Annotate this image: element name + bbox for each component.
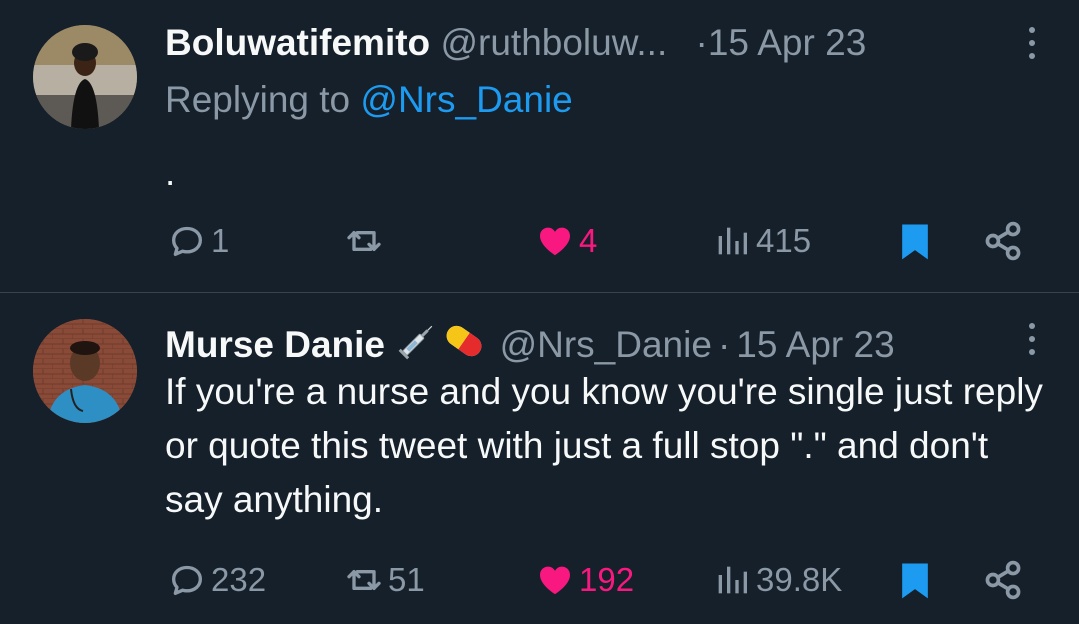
display-name[interactable]: Boluwatifemito xyxy=(165,22,430,63)
views-count: 415 xyxy=(756,222,812,259)
retweet-count: 51 xyxy=(388,561,425,598)
replying-to-label: Replying to xyxy=(165,79,351,120)
share-icon xyxy=(985,560,1021,600)
retweet-button[interactable] xyxy=(344,217,388,265)
tweet-text: If you're a nurse and you know you're si… xyxy=(165,371,1043,520)
like-count: 192 xyxy=(579,561,635,598)
reply-icon xyxy=(172,226,202,256)
tweet-header: Boluwatifemito @ruthboluw... ·15 Apr 23 xyxy=(165,21,866,65)
bookmark-icon xyxy=(902,224,928,260)
share-button[interactable] xyxy=(981,556,1025,604)
avatar-photo xyxy=(33,25,137,129)
views-button[interactable]: 415 xyxy=(712,217,811,265)
replying-to: Replying to @Nrs_Danie xyxy=(165,78,573,122)
user-handle[interactable]: @ruthboluw... xyxy=(440,22,667,63)
like-button[interactable]: 4 xyxy=(535,217,597,265)
bookmark-button[interactable] xyxy=(893,556,937,604)
more-options-icon[interactable] xyxy=(1027,27,1037,67)
tweet-date[interactable]: 15 Apr 23 xyxy=(736,324,894,365)
views-button[interactable]: 39.8K xyxy=(712,556,842,604)
tweet-reply[interactable]: Boluwatifemito @ruthboluw... ·15 Apr 23 … xyxy=(0,0,1079,292)
reply-button[interactable]: 232 xyxy=(167,556,266,604)
avatar[interactable] xyxy=(33,25,137,129)
separator-dot: · xyxy=(695,22,708,63)
retweet-icon xyxy=(347,570,381,590)
share-button[interactable] xyxy=(981,217,1025,265)
tweet-actions: 232 51 192 39.8K xyxy=(0,556,1079,604)
views-icon xyxy=(718,227,747,255)
reply-icon xyxy=(172,565,202,595)
tweet-text: . xyxy=(165,152,176,193)
tweet-actions: 1 4 415 xyxy=(0,217,1079,265)
user-handle[interactable]: @Nrs_Danie xyxy=(500,324,712,365)
reply-button[interactable]: 1 xyxy=(167,217,229,265)
more-options-icon[interactable] xyxy=(1027,323,1037,363)
display-name[interactable]: Murse Danie xyxy=(165,324,385,365)
share-icon xyxy=(985,221,1021,261)
bookmark-icon xyxy=(902,563,928,599)
separator-dot: · xyxy=(717,324,731,365)
tweet-date[interactable]: 15 Apr 23 xyxy=(708,22,866,63)
views-icon xyxy=(718,566,747,594)
avatar[interactable] xyxy=(33,319,137,423)
heart-icon xyxy=(540,227,570,256)
reply-count: 1 xyxy=(211,222,230,259)
heart-icon xyxy=(540,566,570,595)
retweet-button[interactable]: 51 xyxy=(344,556,425,604)
like-button[interactable]: 192 xyxy=(535,556,634,604)
retweet-icon xyxy=(347,231,381,251)
tweet-original[interactable]: Murse Danie @Nrs_Danie · 15 Apr 23 If you'… xyxy=(0,293,1079,624)
reply-count: 232 xyxy=(211,561,267,598)
bookmark-button[interactable] xyxy=(893,217,937,265)
mention-link[interactable]: @Nrs_Danie xyxy=(360,79,572,120)
like-count: 4 xyxy=(579,222,598,259)
views-count: 39.8K xyxy=(756,561,843,598)
avatar-photo xyxy=(33,319,137,423)
